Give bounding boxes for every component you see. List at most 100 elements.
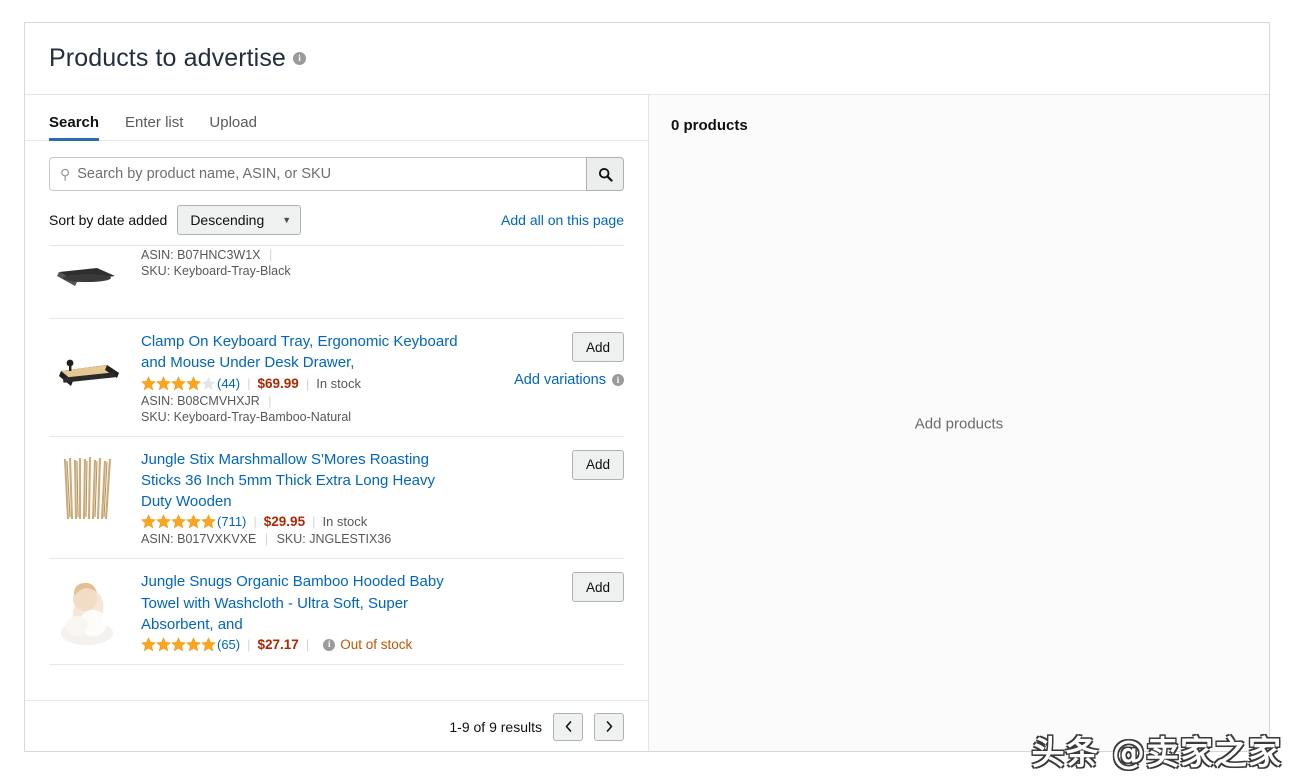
review-count[interactable]: (711) (217, 514, 246, 529)
product-list[interactable]: (44) | $69.95 | i Out of stock ASIN: B07 (49, 245, 624, 700)
tab-enter-list[interactable]: Enter list (125, 114, 183, 140)
chevron-down-icon: ▼ (282, 215, 292, 225)
search-row: ⚲ (25, 141, 648, 203)
status-badge: In stock (322, 514, 368, 530)
variations-info-icon[interactable]: i (612, 374, 624, 386)
sort-row: Sort by date added Descending ▼ Add all … (25, 203, 648, 245)
baby-towel-thumb (49, 571, 127, 650)
card-body: Search Enter list Upload ⚲ Search by pro… (25, 95, 1269, 751)
product-list-scroll: (44) | $69.95 | i Out of stock ASIN: B07 (49, 246, 624, 666)
next-page-button[interactable] (594, 712, 624, 741)
meta-divider: | (305, 375, 310, 391)
star-filled-icon (141, 375, 156, 390)
empty-state-text: Add products (914, 415, 1004, 432)
product-asin-line: ASIN: B07HNC3W1X | (141, 248, 470, 262)
search-icon: ⚲ (60, 166, 71, 182)
product-price: $27.17 (257, 637, 299, 653)
card-header: Products to advertise i (25, 23, 1269, 95)
asin-prefix: ASIN: (141, 532, 174, 547)
star-empty-icon (201, 376, 216, 390)
product-thumbnail (49, 571, 127, 650)
star-filled-icon (186, 375, 201, 390)
add-button[interactable]: Add (572, 332, 624, 362)
products-to-advertise-card: Products to advertise i Search Enter lis… (24, 22, 1270, 752)
star-filled-icon (186, 637, 201, 652)
keyboard-tray-bamboo-thumb (59, 359, 119, 386)
product-actions: Add (484, 449, 624, 480)
star-filled-icon (171, 514, 186, 529)
product-title-link[interactable]: Clamp On Keyboard Tray, Ergonomic Keyboa… (141, 331, 470, 374)
star-filled-icon (156, 375, 171, 390)
table-row[interactable]: Jungle Stix Marshmallow S'Mores Roasting… (49, 437, 624, 560)
table-row[interactable]: Jungle Snugs Organic Bamboo Hooded Baby … (49, 559, 624, 666)
chevron-left-icon (565, 721, 571, 732)
table-row[interactable]: Clamp On Keyboard Tray, Ergonomic Keyboa… (49, 319, 624, 437)
meta-divider: | (268, 393, 272, 408)
tab-upload[interactable]: Upload (209, 114, 257, 140)
meta-divider: | (269, 248, 273, 262)
status-badge: Out of stock (340, 637, 413, 653)
review-count[interactable]: (65) (217, 637, 240, 652)
status-badge: In stock (316, 375, 361, 391)
sku-value: Keyboard-Tray-Black (173, 264, 291, 278)
product-info: Jungle Snugs Organic Bamboo Hooded Baby … (141, 571, 470, 652)
asin-prefix: ASIN: (141, 393, 174, 408)
tab-search[interactable]: Search (49, 114, 100, 141)
product-actions: Add (484, 571, 624, 603)
meta-divider: | (312, 514, 316, 530)
previous-page-button[interactable] (553, 712, 583, 741)
search-submit-button[interactable] (586, 157, 624, 191)
asin-value: B017VXKVXE (177, 532, 257, 547)
search-input-wrapper[interactable]: ⚲ (49, 157, 586, 191)
pagination-bar: 1-9 of 9 results (25, 700, 648, 751)
sku-prefix: SKU: (141, 409, 171, 424)
product-thumbnail (49, 331, 127, 409)
asin-prefix: ASIN: (141, 248, 174, 262)
add-button[interactable]: Add (572, 572, 624, 603)
sku-prefix: SKU: (276, 532, 306, 547)
add-button[interactable]: Add (572, 449, 624, 480)
star-filled-icon (141, 637, 156, 652)
pane-tabs: Search Enter list Upload (25, 95, 648, 141)
product-info: (44) | $69.95 | i Out of stock ASIN: B07 (141, 246, 470, 278)
star-filled-icon (186, 514, 201, 529)
sku-value: JNGLESTIX36 (309, 532, 392, 547)
product-meta: (44) | $69.99 | In stock (141, 376, 470, 391)
star-filled-icon (201, 514, 216, 529)
sku-value: Keyboard-Tray-Bamboo-Natural (173, 409, 352, 424)
asin-value: B08CMVHXJR (177, 393, 260, 408)
search-input[interactable] (77, 158, 586, 190)
rating-stars (141, 375, 216, 391)
meta-divider: | (264, 532, 269, 547)
stock-info-icon[interactable]: i (323, 638, 336, 651)
page-title: Products to advertise (49, 44, 286, 72)
product-thumbnail (49, 246, 127, 306)
add-variations-label: Add variations (514, 372, 606, 388)
meta-divider: | (247, 375, 251, 391)
meta-divider: | (253, 514, 257, 530)
rating-stars (141, 514, 216, 529)
sku-prefix: SKU: (141, 264, 171, 278)
product-title-link[interactable]: Jungle Snugs Organic Bamboo Hooded Baby … (141, 571, 470, 635)
sort-order-select[interactable]: Descending ▼ (177, 205, 302, 235)
title-info-icon[interactable]: i (292, 52, 306, 65)
star-filled-icon (171, 375, 186, 390)
product-price: $69.99 (257, 375, 299, 391)
product-thumbnail (49, 449, 127, 527)
sort-order-value: Descending (190, 212, 265, 228)
chevron-right-icon (606, 721, 612, 732)
sort-label: Sort by date added (49, 212, 168, 228)
product-info: Clamp On Keyboard Tray, Ergonomic Keyboa… (141, 331, 470, 424)
add-variations-link[interactable]: Add variations i (514, 372, 624, 388)
add-all-on-this-page-link[interactable]: Add all on this page (501, 212, 624, 228)
product-price: $29.95 (263, 514, 306, 530)
selected-products-count: 0 products (671, 117, 748, 134)
product-title-link[interactable]: Jungle Stix Marshmallow S'Mores Roasting… (141, 449, 470, 513)
star-filled-icon (201, 637, 216, 652)
magnifier-icon (598, 167, 613, 182)
review-count[interactable]: (44) (217, 376, 240, 391)
star-filled-icon (156, 514, 171, 529)
table-row[interactable]: (44) | $69.95 | i Out of stock ASIN: B07 (49, 246, 624, 319)
screenshot-root: Products to advertise i Search Enter lis… (0, 0, 1300, 780)
product-meta: (65) | $27.17 | i Out of stock (141, 637, 470, 652)
